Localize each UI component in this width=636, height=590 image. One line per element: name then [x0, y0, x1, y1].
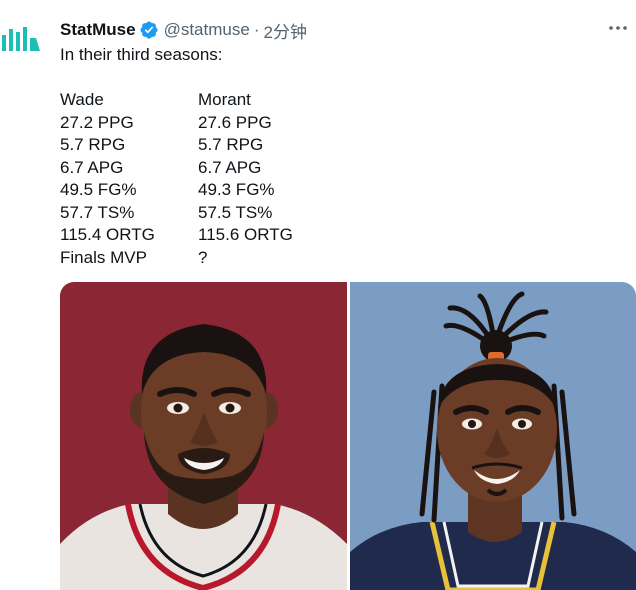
stat-wade: Wade	[60, 90, 104, 109]
tweet-media[interactable]	[60, 282, 636, 590]
stat-morant: Morant	[198, 90, 251, 109]
stat-morant: 5.7 RPG	[198, 135, 264, 154]
stat-row: 57.7 TS% 57.5 TS%	[60, 202, 380, 225]
stat-morant: 27.6 PPG	[198, 112, 272, 132]
stat-wade: 5.7 RPG	[60, 135, 126, 154]
stat-row: 27.2 PPG 27.6 PPG	[60, 112, 380, 135]
stat-row: Wade Morant	[60, 89, 380, 112]
timestamp[interactable]: 2分钟	[263, 18, 306, 43]
more-options-icon	[609, 26, 627, 30]
stat-morant: 57.5 TS%	[198, 202, 273, 222]
author-name[interactable]: StatMuse	[60, 20, 136, 40]
tweet-text: In their third seasons: Wade Morant 27.2 …	[60, 44, 380, 269]
avatar[interactable]	[0, 18, 44, 62]
wade-illustration[interactable]	[60, 282, 347, 590]
tweet-header: StatMuse @statmuse · 2分钟	[60, 18, 307, 42]
stat-morant: 6.7 APG	[198, 157, 262, 177]
more-options-button[interactable]	[608, 20, 628, 36]
stat-row: 115.4 ORTG 115.6 ORTG	[60, 224, 380, 247]
stat-wade: 6.7 APG	[60, 157, 124, 177]
morant-illustration[interactable]	[350, 282, 636, 590]
stat-row: 6.7 APG 6.7 APG	[60, 157, 380, 180]
stat-row: Finals MVP?	[60, 247, 380, 270]
stat-row: 49.5 FG% 49.3 FG%	[60, 179, 380, 202]
stat-wade: 115.4 ORTG	[60, 225, 155, 244]
stat-morant: ?	[198, 247, 208, 267]
stat-row: 5.7 RPG 5.7 RPG	[60, 134, 380, 157]
author-handle[interactable]: @statmuse	[164, 20, 250, 40]
stat-morant: 115.6 ORTG	[198, 225, 293, 244]
stat-wade: Finals MVP	[60, 247, 147, 267]
separator-dot: ·	[253, 20, 260, 39]
stat-morant: 49.3 FG%	[198, 180, 275, 199]
tweet-intro: In their third seasons:	[60, 45, 223, 64]
statmuse-logo-icon	[2, 27, 40, 51]
stat-wade: 57.7 TS%	[60, 202, 135, 222]
stat-wade: 27.2 PPG	[60, 112, 134, 132]
stat-wade: 49.5 FG%	[60, 180, 137, 199]
verified-badge-icon	[140, 21, 158, 39]
